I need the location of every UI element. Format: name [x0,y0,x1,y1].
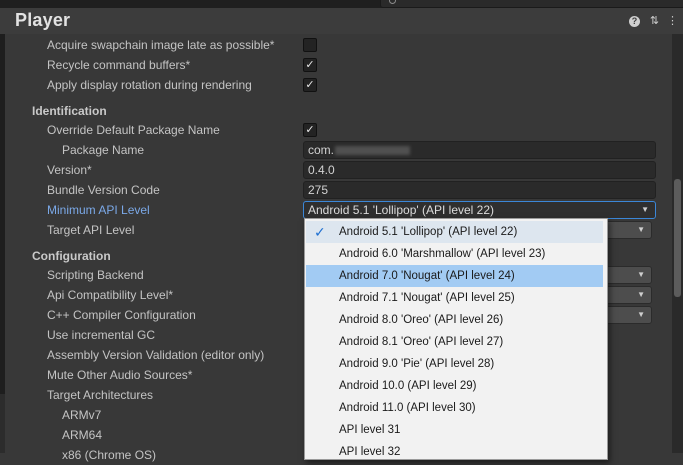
configuration-header: Configuration [32,249,111,263]
row-label: Apply display rotation during rendering [47,78,252,92]
menu-item-label: Android 7.0 'Nougat' (API level 24) [339,270,515,282]
cpp-compiler-label: C++ Compiler Configuration [47,308,196,322]
bundle-version-field[interactable]: 275 [303,181,656,199]
override-package-label: Override Default Package Name [47,123,220,137]
menu-item[interactable]: Android 6.0 'Marshmallow' (API level 23) [306,243,603,265]
row-label: Acquire swapchain image late as possible… [47,38,275,52]
scrollbar-thumb[interactable] [674,179,681,297]
mute-audio-label: Mute Other Audio Sources* [47,368,193,382]
help-icon[interactable]: ? [629,16,640,27]
menu-item[interactable]: ✓ Android 5.1 'Lollipop' (API level 22) [306,221,603,243]
chevron-down-icon: ▼ [637,225,645,234]
bundle-version-label: Bundle Version Code [47,183,160,197]
version-label: Version* [47,163,92,177]
arm64-label: ARM64 [62,428,103,442]
version-field[interactable]: 0.4.0 [303,161,656,179]
assembly-validation-label: Assembly Version Validation (editor only… [47,348,265,362]
search-icon [389,0,396,4]
menu-item[interactable]: Android 10.0 (API level 29) [306,375,603,397]
identification-header: Identification [32,104,107,118]
recycle-buffers-checkbox[interactable]: ✓ [303,58,317,72]
scrollbar[interactable] [672,34,683,453]
more-icon[interactable]: ⋮ [667,16,678,27]
settings-row: Apply display rotation during rendering … [0,75,672,95]
menu-item[interactable]: Android 8.0 'Oreo' (API level 26) [306,309,603,331]
menu-item-label: Android 8.1 'Oreo' (API level 27) [339,336,504,348]
menu-item-label: Android 5.1 'Lollipop' (API level 22) [339,226,518,238]
package-name-value: com. [308,143,335,157]
x86-label: x86 (Chrome OS) [62,448,157,462]
page-title: Player [15,10,71,30]
incremental-gc-label: Use incremental GC [47,328,156,342]
settings-row: Minimum API Level Android 5.1 'Lollipop'… [0,200,672,220]
chevron-down-icon: ▼ [641,205,649,214]
api-level-menu: ✓ Android 5.1 'Lollipop' (API level 22) … [304,218,608,460]
chevron-down-icon: ▼ [637,270,645,279]
menu-item-label: API level 31 [339,424,401,436]
menu-item-label: Android 8.0 'Oreo' (API level 26) [339,314,504,326]
chevron-down-icon: ▼ [637,310,645,319]
settings-row: Bundle Version Code 275 [0,180,672,200]
menu-item-label: Android 6.0 'Marshmallow' (API level 23) [339,248,546,260]
redacted-text [335,146,411,156]
scripting-backend-label: Scripting Backend [47,268,144,282]
section-header: Identification [0,101,672,121]
menu-item-label: Android 11.0 (API level 30) [339,402,476,414]
menu-item[interactable]: Android 7.0 'Nougat' (API level 24) [306,265,603,287]
menu-item[interactable]: Android 9.0 'Pie' (API level 28) [306,353,603,375]
inspector-header: Player ? ⇅ ⋮ [0,8,683,34]
menu-item[interactable]: Android 7.1 'Nougat' (API level 25) [306,287,603,309]
checkmark-icon: ✓ [314,224,326,240]
min-api-label: Minimum API Level [47,203,150,217]
acquire-swapchain-checkbox[interactable] [303,38,317,52]
settings-row: Recycle command buffers* ✓ [0,55,672,75]
settings-row: Version* 0.4.0 [0,160,672,180]
armv7-label: ARMv7 [62,408,102,422]
menu-item[interactable]: Android 11.0 (API level 30) [306,397,603,419]
menu-item-label: Android 10.0 (API level 29) [339,380,477,392]
settings-row: Package Name com. [0,140,672,160]
search-field[interactable] [380,0,683,8]
top-strip [0,0,683,8]
menu-item-label: API level 32 [339,446,401,458]
row-label: Recycle command buffers* [47,58,191,72]
menu-item-label: Android 7.1 'Nougat' (API level 25) [339,292,515,304]
min-api-dropdown[interactable]: Android 5.1 'Lollipop' (API level 22) ▼ [303,201,656,219]
presets-icon[interactable]: ⇅ [649,16,660,27]
chevron-down-icon: ▼ [637,290,645,299]
package-name-label: Package Name [62,143,145,157]
menu-item-label: Android 9.0 'Pie' (API level 28) [339,358,495,370]
settings-row: Override Default Package Name ✓ [0,120,672,140]
package-name-field[interactable]: com. [303,141,656,159]
menu-item[interactable]: API level 31 [306,419,603,441]
override-package-checkbox[interactable]: ✓ [303,123,317,137]
display-rotation-checkbox[interactable]: ✓ [303,78,317,92]
min-api-value: Android 5.1 'Lollipop' (API level 22) [308,203,495,217]
target-api-label: Target API Level [47,223,135,237]
menu-item[interactable]: Android 8.1 'Oreo' (API level 27) [306,331,603,353]
target-architectures-label: Target Architectures [47,388,154,402]
menu-item[interactable]: API level 32 [306,441,603,459]
settings-row: Acquire swapchain image late as possible… [0,35,672,55]
api-compat-label: Api Compatibility Level* [47,288,174,302]
